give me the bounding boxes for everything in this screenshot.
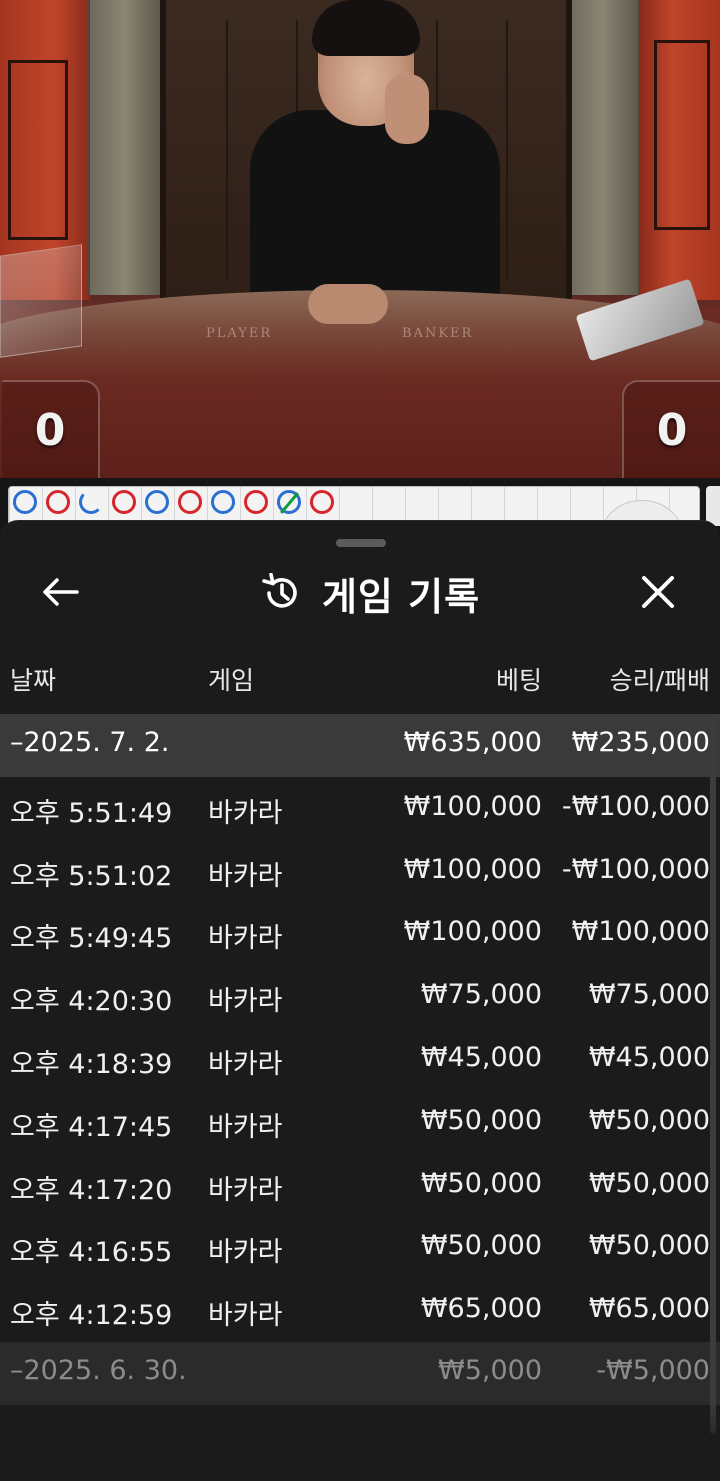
row-time: 오후 5:49:45 <box>10 923 173 955</box>
table-row[interactable]: 오후 4:17:45 바카라 ₩50,000 ₩50,000 <box>0 1091 720 1154</box>
dealer-body <box>250 110 500 310</box>
table-row[interactable]: 오후 4:17:20 바카라 ₩50,000 ₩50,000 <box>0 1154 720 1217</box>
card-discard-tray <box>0 244 82 358</box>
table-row[interactable]: 오후 5:49:45 바카라 ₩100,000 ₩100,000 <box>0 902 720 965</box>
road-bead-banker <box>310 490 334 514</box>
group-bet-total: ₩5,000 <box>438 1354 542 1386</box>
row-bet: ₩100,000 <box>403 790 542 822</box>
road-bead-player <box>211 490 235 514</box>
table-row[interactable]: 오후 4:18:39 바카라 ₩45,000 ₩45,000 <box>0 1028 720 1091</box>
road-bead-banker <box>112 490 136 514</box>
group-date: –2025. 6. 30. <box>10 1354 187 1386</box>
road-bead-player <box>277 490 301 514</box>
row-game: 바카라 <box>208 860 283 892</box>
row-bet: ₩100,000 <box>403 916 542 948</box>
row-time: 오후 4:12:59 <box>10 1300 173 1332</box>
row-win-loss: ₩50,000 <box>588 1167 710 1199</box>
road-bead-banker <box>46 490 70 514</box>
row-time: 오후 4:17:45 <box>10 1111 173 1143</box>
row-bet: ₩50,000 <box>420 1167 542 1199</box>
sheet-header: 게임 기록 <box>0 565 720 621</box>
decor-wall-right <box>640 0 720 300</box>
decor-pillar <box>566 0 640 295</box>
row-bet: ₩50,000 <box>420 1230 542 1262</box>
table-row[interactable]: 오후 4:16:55 바카라 ₩50,000 ₩50,000 <box>0 1216 720 1279</box>
row-game: 바카라 <box>208 923 283 955</box>
table-row[interactable]: 오후 4:20:30 바카라 ₩75,000 ₩75,000 <box>0 965 720 1028</box>
row-time: 오후 4:18:39 <box>10 1048 173 1080</box>
sheet-drag-handle[interactable] <box>336 539 386 547</box>
row-bet: ₩45,000 <box>420 1041 542 1073</box>
column-header-win-loss: 승리/패배 <box>609 666 710 695</box>
row-game: 바카라 <box>208 1237 283 1269</box>
road-bead-banker <box>178 490 202 514</box>
row-win-loss: ₩50,000 <box>588 1230 710 1262</box>
list-bottom-fade <box>0 1401 720 1481</box>
dealer-hand <box>308 284 388 324</box>
row-win-loss: -₩100,000 <box>561 853 710 885</box>
road-side-panel <box>706 486 720 526</box>
row-win-loss: ₩100,000 <box>571 916 710 948</box>
row-game: 바카라 <box>208 1111 283 1143</box>
table-banker-label: BANKER <box>402 326 474 341</box>
game-history-sheet: 게임 기록 날짜 게임 베팅 승리/패배 –2025. 7. 2. ₩635,0… <box>0 520 720 1481</box>
decor-lattice <box>654 40 710 230</box>
row-time: 오후 4:17:20 <box>10 1174 173 1206</box>
row-win-loss: ₩45,000 <box>588 1041 710 1073</box>
group-win-loss-total: -₩5,000 <box>596 1354 710 1386</box>
column-header-date: 날짜 <box>10 666 57 695</box>
row-win-loss: ₩65,000 <box>588 1293 710 1325</box>
row-win-loss: ₩75,000 <box>588 979 710 1011</box>
row-game: 바카라 <box>208 1174 283 1206</box>
table-header: 날짜 게임 베팅 승리/패배 <box>0 661 720 701</box>
history-icon <box>262 573 297 608</box>
group-bet-total: ₩635,000 <box>403 727 542 758</box>
row-game: 바카라 <box>208 986 283 1018</box>
dealer-hair <box>312 0 420 56</box>
road-bead-banker <box>244 490 268 514</box>
table-row[interactable]: 오후 4:12:59 바카라 ₩65,000 ₩65,000 <box>0 1279 720 1342</box>
road-bead-player <box>13 490 37 514</box>
page-title: 게임 기록 <box>321 574 481 619</box>
row-time: 오후 5:51:49 <box>10 797 173 829</box>
close-icon <box>642 576 674 608</box>
row-win-loss: ₩50,000 <box>588 1104 710 1136</box>
row-time: 오후 4:16:55 <box>10 1237 173 1269</box>
date-group-row[interactable]: –2025. 7. 2. ₩635,000 ₩235,000 <box>0 714 720 777</box>
row-bet: ₩100,000 <box>403 853 542 885</box>
road-bead-player <box>145 490 169 514</box>
row-game: 바카라 <box>208 1300 283 1332</box>
column-header-bet: 베팅 <box>495 666 542 695</box>
date-group-row[interactable]: –2025. 6. 30. ₩5,000 -₩5,000 <box>0 1341 720 1405</box>
group-win-loss-total: ₩235,000 <box>571 727 710 758</box>
row-bet: ₩65,000 <box>420 1293 542 1325</box>
row-game: 바카라 <box>208 797 283 829</box>
group-date: –2025. 7. 2. <box>10 727 170 758</box>
row-time: 오후 4:20:30 <box>10 986 173 1018</box>
table-row[interactable]: 오후 5:51:49 바카라 ₩100,000 -₩100,000 <box>0 777 720 840</box>
column-header-game: 게임 <box>208 666 255 695</box>
row-bet: ₩75,000 <box>420 979 542 1011</box>
row-time: 오후 5:51:02 <box>10 860 173 892</box>
history-list: –2025. 7. 2. ₩635,000 ₩235,000 오후 5:51:4… <box>0 714 720 1405</box>
decor-pillar <box>88 0 162 295</box>
row-bet: ₩50,000 <box>420 1104 542 1136</box>
decor-lattice <box>8 60 68 240</box>
live-video: PLAYER BANKER 0 0 <box>0 0 720 478</box>
list-scrollbar[interactable] <box>710 714 716 1434</box>
road-bead-player <box>79 490 103 514</box>
table-row[interactable]: 오후 5:51:02 바카라 ₩100,000 -₩100,000 <box>0 840 720 903</box>
player-score: 0 <box>2 380 100 478</box>
table-player-label: PLAYER <box>206 326 273 341</box>
close-button[interactable] <box>630 567 686 617</box>
row-game: 바카라 <box>208 1048 283 1080</box>
dealer-hand <box>385 74 429 144</box>
banker-score: 0 <box>622 380 720 478</box>
row-win-loss: -₩100,000 <box>561 790 710 822</box>
